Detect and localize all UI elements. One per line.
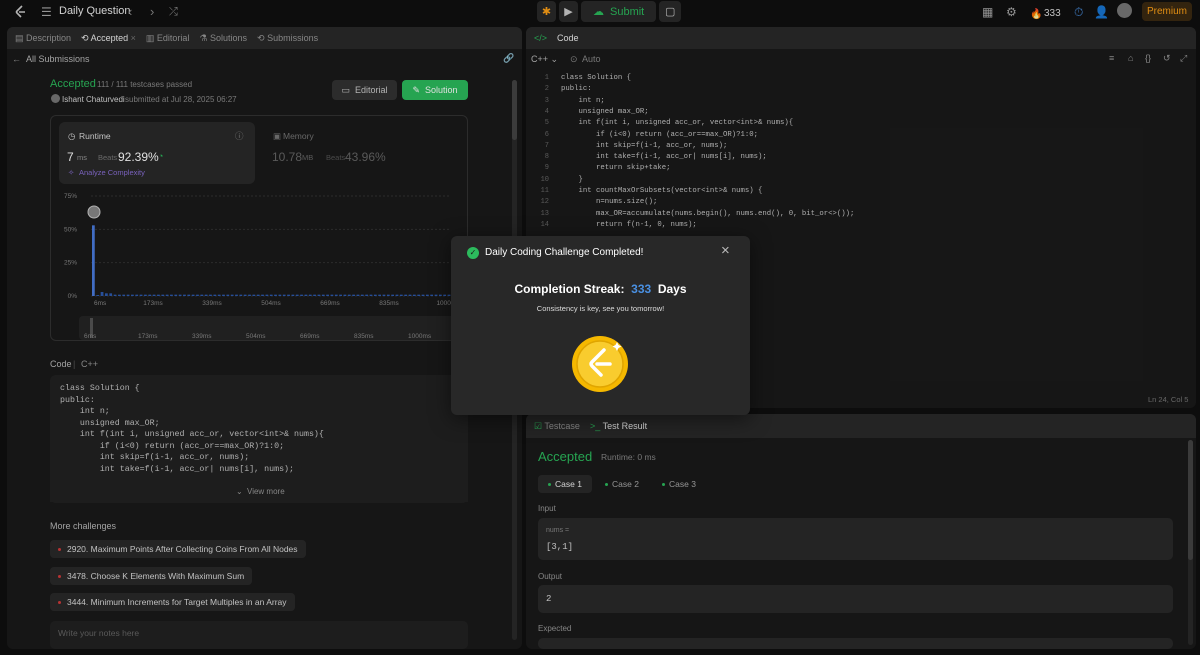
streak-line: Completion Streak: 333 Days: [514, 282, 687, 296]
check-circle-icon: ✓: [467, 247, 479, 259]
modal-title: Daily Coding Challenge Completed!: [485, 247, 644, 258]
close-icon[interactable]: ×: [721, 242, 730, 259]
modal-subtitle: Consistency is key, see you tomorrow!: [536, 304, 665, 313]
coin-badge-icon: [572, 336, 628, 392]
daily-challenge-modal: ✓ Daily Coding Challenge Completed! × Co…: [451, 236, 750, 415]
streak-value: 333: [631, 282, 652, 296]
